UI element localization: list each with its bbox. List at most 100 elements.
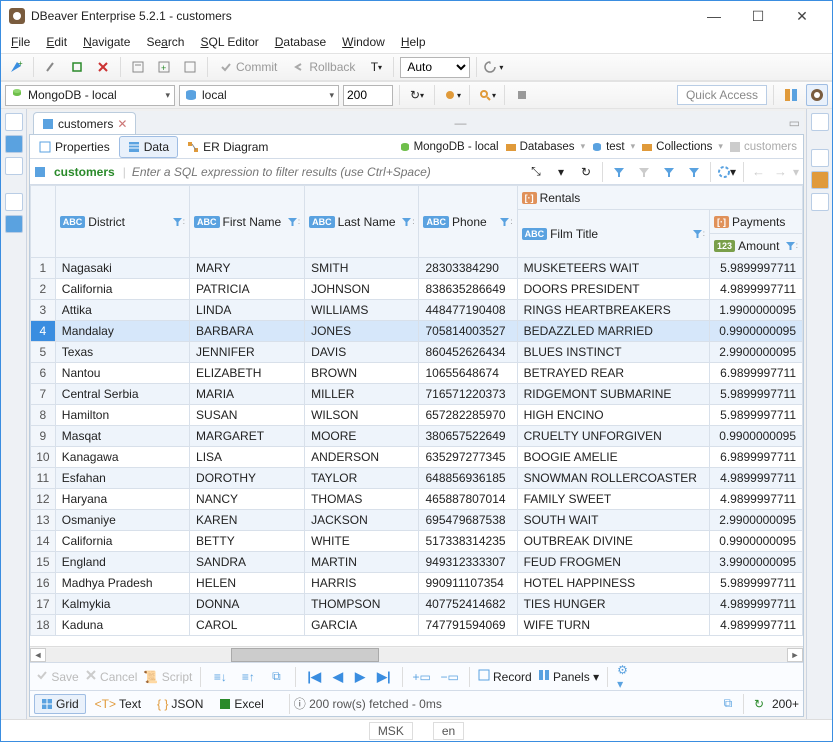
- perspective-default-icon[interactable]: [806, 84, 828, 106]
- row-count[interactable]: 200+: [772, 697, 799, 711]
- script-button[interactable]: 📜 Script: [143, 670, 192, 684]
- table-row[interactable]: 7 Central Serbia MARIA MILLER 7165712203…: [31, 384, 803, 405]
- table-row[interactable]: 1 Nagasaki MARY SMITH 28303384290 MUSKET…: [31, 258, 803, 279]
- database-selector[interactable]: local▾: [179, 85, 339, 106]
- config-icon[interactable]: ⚙ ▾: [616, 666, 638, 688]
- filter-case-icon[interactable]: [658, 161, 680, 183]
- table-row[interactable]: 15 England SANDRA MARTIN 949312333307 FE…: [31, 552, 803, 573]
- editor-tab-customers[interactable]: customers ✕: [33, 112, 136, 134]
- filter-expression-input[interactable]: [130, 163, 521, 181]
- dock-r4-icon[interactable]: [811, 193, 829, 211]
- fetch-limit-input[interactable]: [343, 85, 393, 106]
- table-row[interactable]: 4 Mandalay BARBARA JONES 705814003527 BE…: [31, 321, 803, 342]
- menu-database[interactable]: Database: [269, 33, 332, 51]
- expand-all-icon[interactable]: ⤡: [525, 161, 547, 183]
- debug-icon[interactable]: ▾: [441, 84, 463, 106]
- connection-selector[interactable]: MongoDB - local▾: [5, 85, 175, 106]
- colorize-icon[interactable]: ▾: [716, 161, 738, 183]
- misc-tool-icon[interactable]: [511, 84, 533, 106]
- menu-edit[interactable]: Edit: [40, 33, 73, 51]
- apply-filter-icon[interactable]: ↻: [575, 161, 597, 183]
- transaction-select[interactable]: Auto: [400, 57, 470, 78]
- close-button[interactable]: ✕: [780, 2, 824, 30]
- sql-editor-icon[interactable]: [127, 56, 149, 78]
- menu-window[interactable]: Window: [336, 33, 391, 51]
- connect-icon[interactable]: [40, 56, 62, 78]
- table-row[interactable]: 3 Attika LINDA WILLIAMS 448477190408 RIN…: [31, 300, 803, 321]
- filter-icon[interactable]: [608, 161, 630, 183]
- table-row[interactable]: 5 Texas JENNIFER DAVIS 860452626434 BLUE…: [31, 342, 803, 363]
- menu-sql-editor[interactable]: SQL Editor: [194, 33, 264, 51]
- table-row[interactable]: 11 Esfahan DOROTHY TAYLOR 648856936185 S…: [31, 468, 803, 489]
- quick-access-field[interactable]: Quick Access: [677, 85, 767, 105]
- copy-status-icon[interactable]: ⧉: [717, 693, 739, 715]
- table-row[interactable]: 9 Masqat MARGARET MOORE 380657522649 CRU…: [31, 426, 803, 447]
- history-icon[interactable]: ▾: [550, 161, 572, 183]
- last-row-icon[interactable]: ▶|: [374, 669, 394, 685]
- new-sql-icon[interactable]: +: [153, 56, 175, 78]
- disconnect-icon[interactable]: [66, 56, 88, 78]
- recent-sql-icon[interactable]: [179, 56, 201, 78]
- back-history-icon[interactable]: ▾: [483, 56, 505, 78]
- panels-button[interactable]: Panels ▾: [538, 669, 599, 684]
- nav-back-icon[interactable]: ←: [749, 164, 768, 179]
- crumb-collections[interactable]: Collections: [641, 141, 712, 153]
- tab-properties[interactable]: Properties: [30, 136, 119, 158]
- table-row[interactable]: 2 California PATRICIA JOHNSON 8386352866…: [31, 279, 803, 300]
- mode-text[interactable]: <T>Text: [88, 694, 148, 714]
- table-row[interactable]: 18 Kaduna CAROL GARCIA 747791594069 WIFE…: [31, 615, 803, 636]
- mode-grid[interactable]: Grid: [34, 694, 86, 714]
- table-row[interactable]: 14 California BETTY WHITE 517338314235 O…: [31, 531, 803, 552]
- sort-asc-icon[interactable]: ≡↓: [209, 666, 231, 688]
- first-row-icon[interactable]: |◀: [304, 669, 324, 685]
- table-row[interactable]: 17 Kalmykia DONNA THOMPSON 407752414682 …: [31, 594, 803, 615]
- filter-settings-icon[interactable]: [683, 161, 705, 183]
- refresh-rows-icon[interactable]: ↻: [748, 693, 770, 715]
- sort-desc-icon[interactable]: ≡↑: [237, 666, 259, 688]
- table-row[interactable]: 6 Nantou ELIZABETH BROWN 10655648674 BET…: [31, 363, 803, 384]
- menu-navigate[interactable]: Navigate: [77, 33, 136, 51]
- mode-json[interactable]: { }JSON: [150, 694, 210, 714]
- menu-file[interactable]: File: [5, 33, 36, 51]
- minimize-button[interactable]: —: [692, 2, 736, 30]
- table-row[interactable]: 10 Kanagawa LISA ANDERSON 635297277345 B…: [31, 447, 803, 468]
- save-button[interactable]: Save: [36, 669, 79, 684]
- refresh-icon[interactable]: ↻▾: [406, 84, 428, 106]
- dock-view4-icon[interactable]: [5, 193, 23, 211]
- crumb-collection[interactable]: customers: [729, 141, 797, 153]
- record-button[interactable]: Record: [478, 669, 532, 684]
- commit-button[interactable]: Commit: [214, 56, 283, 78]
- maximize-button[interactable]: ☐: [736, 2, 780, 30]
- cancel-button[interactable]: Cancel: [85, 669, 138, 684]
- transaction-mode-icon[interactable]: T▾: [365, 56, 387, 78]
- data-grid[interactable]: ABC District: ABC First Name: ABC Last N…: [30, 185, 803, 646]
- table-row[interactable]: 16 Madhya Pradesh HELEN HARRIS 990911107…: [31, 573, 803, 594]
- dock-view1-icon[interactable]: [5, 113, 23, 131]
- menu-search[interactable]: Search: [140, 33, 190, 51]
- add-row-icon[interactable]: +▭: [411, 666, 433, 688]
- tab-close-icon[interactable]: ✕: [117, 117, 127, 131]
- mode-excel[interactable]: Excel: [212, 694, 270, 714]
- table-row[interactable]: 8 Hamilton SUSAN WILSON 657282285970 HIG…: [31, 405, 803, 426]
- del-row-icon[interactable]: −▭: [439, 666, 461, 688]
- table-row[interactable]: 12 Haryana NANCY THOMAS 465887807014 FAM…: [31, 489, 803, 510]
- filter-remove-icon[interactable]: [633, 161, 655, 183]
- invalidate-icon[interactable]: [92, 56, 114, 78]
- dock-r2-icon[interactable]: [811, 149, 829, 167]
- dock-r1-icon[interactable]: [811, 113, 829, 131]
- horizontal-scrollbar[interactable]: ◄►: [30, 646, 803, 662]
- tab-er-diagram[interactable]: ER Diagram: [178, 136, 277, 158]
- dock-r3-icon[interactable]: [811, 171, 829, 189]
- nav-fwd-icon[interactable]: →: [771, 164, 790, 179]
- dup-row-icon[interactable]: ⧉: [265, 666, 287, 688]
- menu-help[interactable]: Help: [395, 33, 432, 51]
- rollback-button[interactable]: Rollback: [287, 56, 361, 78]
- perspective-dbeaver-icon[interactable]: [780, 84, 802, 106]
- minimize-editor-icon[interactable]: —: [451, 112, 471, 134]
- crumb-databases[interactable]: Databases: [505, 141, 575, 153]
- table-row[interactable]: 13 Osmaniye KAREN JACKSON 695479687538 S…: [31, 510, 803, 531]
- crumb-database[interactable]: test: [591, 141, 625, 153]
- prev-row-icon[interactable]: ◀: [330, 669, 346, 685]
- new-connection-icon[interactable]: +: [5, 56, 27, 78]
- dock-view5-icon[interactable]: [5, 215, 23, 233]
